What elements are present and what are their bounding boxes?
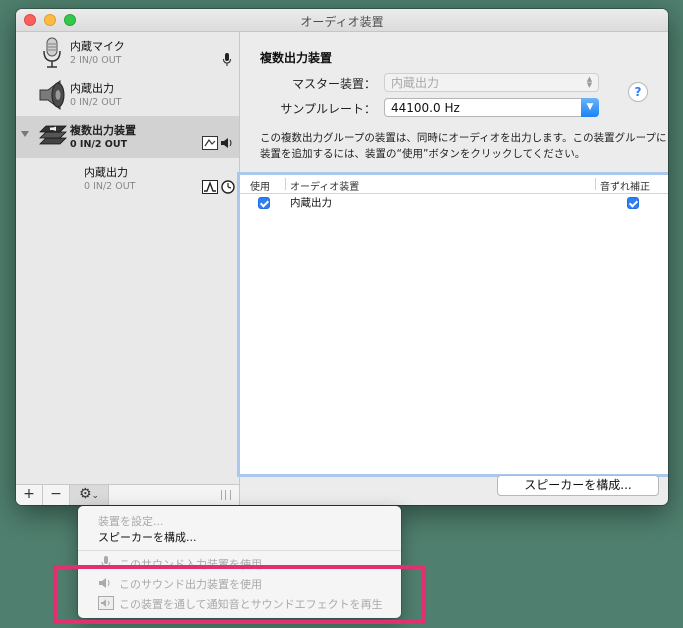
add-device-button[interactable]: + bbox=[16, 485, 43, 505]
audio-devices-window: オーディオ装置 内蔵マイク 2 IN/0 OUT 内蔵出力 0 IN/2 OUT… bbox=[16, 9, 668, 505]
remove-device-button[interactable]: − bbox=[43, 485, 70, 505]
menu-item-configure-speakers[interactable]: スピーカーを構成... bbox=[98, 529, 197, 545]
speaker-badge-icon bbox=[221, 138, 232, 148]
alert-speaker-icon bbox=[98, 596, 114, 610]
help-button[interactable]: ? bbox=[628, 82, 648, 102]
device-list-sidebar: 内蔵マイク 2 IN/0 OUT 内蔵出力 0 IN/2 OUT 複数出力装置 … bbox=[16, 32, 240, 505]
gear-menu-button[interactable]: ⚙⌄ bbox=[70, 485, 109, 505]
device-name: 内蔵出力 bbox=[70, 82, 114, 95]
column-header-drift[interactable]: 音ずれ補正 bbox=[600, 178, 650, 193]
sample-rate-label: サンプルレート： bbox=[280, 102, 376, 116]
menu-separator bbox=[78, 550, 401, 551]
master-clock-badge-icon bbox=[202, 180, 218, 194]
menu-item-label: このサウンド入力装置を使用 bbox=[119, 558, 262, 571]
configure-speakers-button[interactable]: スピーカーを構成... bbox=[497, 475, 659, 496]
gear-popup-menu: 装置を設定... スピーカーを構成... このサウンド入力装置を使用 このサウン… bbox=[78, 506, 401, 618]
device-io: 0 IN/2 OUT bbox=[70, 97, 122, 108]
column-header-device[interactable]: オーディオ装置 bbox=[290, 178, 359, 193]
menu-item-label: この装置を通して通知音とサウンドエフェクトを再生 bbox=[119, 598, 383, 611]
stepper-icon: ▲ ▼ bbox=[586, 75, 593, 89]
device-item-builtin-mic[interactable]: 内蔵マイク 2 IN/0 OUT bbox=[16, 32, 239, 74]
sidebar-toolbar: + − ⚙⌄ bbox=[16, 484, 239, 505]
device-cell: 内蔵出力 bbox=[290, 197, 332, 209]
master-device-value: 内蔵出力 bbox=[391, 76, 440, 90]
device-item-sub-builtin-output[interactable]: 内蔵出力 0 IN/2 OUT bbox=[16, 158, 239, 200]
device-io: 2 IN/0 OUT bbox=[70, 55, 122, 66]
use-checkbox[interactable] bbox=[258, 197, 270, 209]
alert-device-badge-icon bbox=[202, 136, 218, 150]
device-name: 複数出力装置 bbox=[70, 124, 136, 137]
sample-rate-value: 44100.0 Hz bbox=[391, 101, 460, 115]
drift-correction-checkbox[interactable] bbox=[627, 197, 639, 209]
disclosure-triangle-icon[interactable] bbox=[21, 131, 29, 137]
menu-item-use-for-input[interactable]: このサウンド入力装置を使用 bbox=[78, 554, 401, 572]
column-separator bbox=[595, 178, 596, 190]
multi-output-icon bbox=[39, 125, 67, 145]
table-row[interactable]: 内蔵出力 bbox=[240, 193, 668, 211]
device-name: 内蔵マイク bbox=[70, 40, 125, 53]
window-title: オーディオ装置 bbox=[300, 15, 384, 29]
gear-icon: ⚙ bbox=[78, 486, 92, 502]
device-name: 内蔵出力 bbox=[84, 166, 128, 179]
column-separator bbox=[285, 178, 286, 190]
description-text: この複数出力グループの装置は、同時にオーディオを出力します。この装置グループに装… bbox=[260, 132, 667, 160]
column-header-use[interactable]: 使用 bbox=[250, 178, 270, 193]
speaker-icon bbox=[39, 80, 65, 110]
microphone-badge-icon bbox=[223, 53, 231, 66]
device-group-table: 使用 オーディオ装置 音ずれ補正 内蔵出力 bbox=[237, 172, 668, 477]
chevron-down-icon: ▼ bbox=[581, 98, 599, 117]
microphone-icon bbox=[43, 37, 61, 68]
resize-grip-icon[interactable] bbox=[221, 490, 231, 500]
menu-item-configure-device[interactable]: 装置を設定... bbox=[98, 513, 164, 529]
title-bar[interactable]: オーディオ装置 bbox=[16, 9, 668, 32]
sample-rate-select[interactable]: 44100.0 Hz ▼ bbox=[384, 98, 599, 117]
menu-item-use-for-output[interactable]: このサウンド出力装置を使用 bbox=[78, 574, 401, 592]
chevron-down-icon: ⌄ bbox=[91, 491, 100, 501]
device-io: 0 IN/2 OUT bbox=[70, 139, 128, 150]
menu-item-label: このサウンド出力装置を使用 bbox=[119, 578, 262, 591]
panel-title: 複数出力装置 bbox=[260, 51, 333, 65]
clock-icon bbox=[221, 180, 235, 194]
device-io: 0 IN/2 OUT bbox=[84, 181, 136, 192]
device-detail-panel: 複数出力装置 マスター装置： 内蔵出力 ▲ ▼ サンプルレート： 44100.0 … bbox=[237, 32, 668, 505]
speaker-icon bbox=[99, 578, 110, 588]
device-item-multi-output[interactable]: 複数出力装置 0 IN/2 OUT bbox=[16, 116, 239, 158]
table-header: 使用 オーディオ装置 音ずれ補正 bbox=[240, 175, 668, 194]
master-device-label: マスター装置： bbox=[291, 77, 376, 91]
master-device-select[interactable]: 内蔵出力 ▲ ▼ bbox=[384, 73, 599, 92]
menu-item-play-alerts[interactable]: この装置を通して通知音とサウンドエフェクトを再生 bbox=[78, 594, 401, 612]
device-item-builtin-output[interactable]: 内蔵出力 0 IN/2 OUT bbox=[16, 74, 239, 116]
microphone-icon bbox=[101, 556, 111, 569]
